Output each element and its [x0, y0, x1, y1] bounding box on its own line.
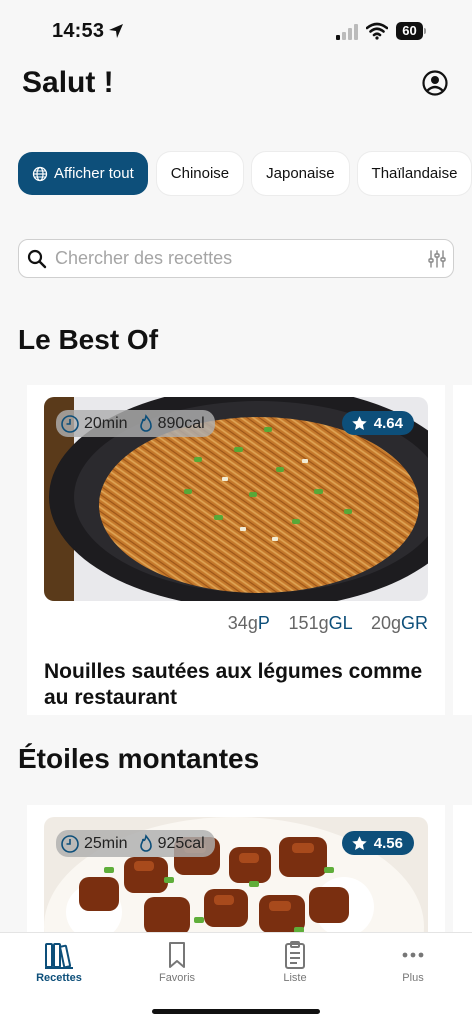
clock-icon — [61, 834, 79, 853]
location-arrow-icon — [109, 24, 123, 38]
calorie-count: 890cal — [157, 414, 205, 432]
battery-tip — [424, 28, 426, 34]
cook-time: 20min — [84, 414, 128, 432]
tab-recettes[interactable]: Recettes — [0, 939, 118, 995]
filter-chip-chinese[interactable]: Chinoise — [156, 152, 244, 195]
tab-label: Favoris — [158, 972, 196, 984]
status-bar: 14:53 60 — [0, 0, 472, 64]
filter-chip-label: Afficher tout — [54, 165, 134, 182]
filter-sliders-icon[interactable] — [427, 249, 447, 269]
next-card-peek[interactable] — [453, 805, 472, 945]
tab-liste[interactable]: Liste — [236, 939, 354, 995]
time-calorie-badge: 25min 925cal — [56, 830, 215, 857]
profile-icon[interactable] — [421, 69, 449, 97]
flame-icon — [139, 413, 152, 432]
recipe-card[interactable]: 25min 925cal 4.56 — [27, 805, 445, 1021]
clipboard-icon — [285, 941, 305, 969]
recipe-card[interactable]: 20min 890cal 4.64 34gP 151gGL 20gGR Noui… — [27, 385, 445, 715]
search-bar — [18, 239, 454, 278]
carbs-value: 151g — [288, 613, 329, 633]
more-icon — [402, 952, 424, 958]
flame-icon — [139, 833, 152, 852]
page-title: Salut ! — [22, 66, 114, 99]
tab-plus[interactable]: Plus — [354, 939, 472, 995]
fat-value: 20g — [370, 613, 401, 633]
search-input[interactable] — [55, 240, 415, 276]
clock-icon — [61, 414, 79, 433]
filter-chip-all[interactable]: Afficher tout — [18, 152, 148, 195]
calorie-count: 925cal — [157, 834, 205, 852]
star-icon — [352, 415, 367, 430]
tab-label: Recettes — [36, 972, 82, 984]
section-title-rising-stars: Étoiles montantes — [18, 743, 260, 774]
home-indicator — [152, 1009, 320, 1014]
battery-level: 60 — [396, 22, 423, 40]
screen: 14:53 60 Salut ! Afficher tout Chinoise … — [0, 0, 472, 1024]
filter-chip-label: Chinoise — [170, 165, 230, 182]
wifi-icon — [366, 22, 388, 40]
bookmark-icon — [169, 942, 185, 968]
protein-value: 34g — [227, 613, 258, 633]
next-card-peek[interactable] — [453, 385, 472, 715]
tab-favoris[interactable]: Favoris — [118, 939, 236, 995]
time-calorie-badge: 20min 890cal — [56, 410, 215, 437]
section-title-best-of: Le Best Of — [18, 324, 159, 355]
status-time: 14:53 — [52, 20, 105, 42]
battery-indicator: 60 — [396, 22, 426, 40]
rating-badge: 4.56 — [341, 831, 414, 855]
filter-chip-label: Japonaise — [266, 165, 335, 182]
rating-badge: 4.64 — [341, 411, 414, 435]
books-icon — [45, 943, 73, 969]
rating-value: 4.56 — [373, 834, 403, 852]
cuisine-filter-bar: Afficher tout Chinoise Japonaise Thaïlan… — [18, 152, 472, 195]
rating-value: 4.64 — [373, 414, 403, 432]
macro-summary: 34gP 151gGL 20gGR — [228, 613, 428, 634]
search-icon — [27, 249, 47, 269]
protein-unit: P — [257, 613, 270, 633]
filter-chip-label: Thaïlandaise — [371, 165, 458, 182]
filter-chip-thai[interactable]: Thaïlandaise — [357, 152, 472, 195]
recipe-title: Nouilles sautées aux légumes comme au re… — [44, 660, 423, 709]
fat-unit: GR — [401, 613, 428, 633]
tab-label: Plus — [402, 972, 424, 984]
tab-label: Liste — [283, 972, 307, 984]
recipe-image-noodles: 20min 890cal 4.64 — [44, 397, 428, 601]
cook-time: 25min — [84, 834, 128, 852]
globe-icon — [32, 166, 48, 181]
cellular-signal-icon — [336, 24, 358, 40]
filter-chip-japanese[interactable]: Japonaise — [252, 152, 349, 195]
star-icon — [352, 835, 367, 850]
carbs-unit: GL — [328, 613, 352, 633]
